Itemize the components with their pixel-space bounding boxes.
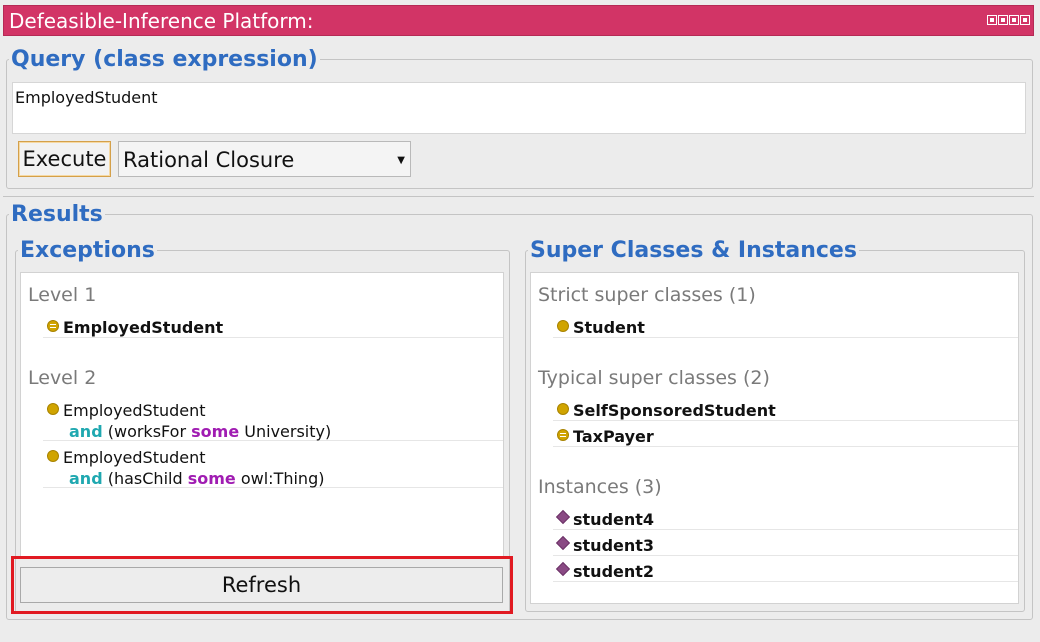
keyword-some: some: [187, 469, 236, 488]
list-item[interactable]: SelfSponsoredStudent: [553, 397, 1018, 421]
super-classes-list[interactable]: Strict super classes (1) Student Typical…: [530, 272, 1019, 604]
expression-class: EmployedStudent: [63, 401, 206, 420]
list-item[interactable]: EmployedStudent: [43, 314, 503, 338]
results-legend: Results: [11, 202, 103, 227]
class-icon: [47, 403, 59, 415]
individual-icon: [555, 535, 571, 551]
maximize-icon[interactable]: [1009, 15, 1019, 25]
instances-label: Instances (3): [538, 476, 662, 498]
divider: [3, 196, 1034, 197]
query-input[interactable]: EmployedStudent: [12, 82, 1026, 134]
list-item[interactable]: Student: [553, 314, 1018, 338]
keyword-and: and: [69, 422, 103, 441]
reasoning-mode-select[interactable]: Rational Closure ▼: [118, 141, 411, 177]
list-item[interactable]: student2: [553, 558, 1018, 582]
keyword-and: and: [69, 469, 103, 488]
query-legend: Query (class expression): [11, 47, 318, 72]
class-icon: [47, 450, 59, 462]
close-icon[interactable]: [1020, 15, 1030, 25]
execute-button[interactable]: Execute: [18, 141, 111, 177]
keyword-some: some: [191, 422, 240, 441]
individual-icon: [555, 561, 571, 577]
super-classes-legend: Super Classes & Instances: [530, 238, 857, 263]
exceptions-legend: Exceptions: [20, 238, 155, 263]
property-text: (hasChild: [107, 469, 183, 488]
list-item-label: TaxPayer: [573, 427, 654, 446]
typical-super-label: Typical super classes (2): [538, 367, 770, 389]
filler-text: owl:Thing): [240, 469, 325, 488]
level1-label: Level 1: [28, 284, 97, 306]
filler-text: University): [244, 422, 332, 441]
window-controls: [987, 15, 1030, 25]
list-item-label: Student: [573, 318, 645, 337]
exceptions-list[interactable]: Level 1 EmployedStudent Level 2 Employed…: [20, 272, 504, 557]
list-item[interactable]: student3: [553, 532, 1018, 556]
list-item-label: student2: [573, 562, 655, 581]
property-text: (worksFor: [107, 422, 187, 441]
class-icon: [557, 403, 569, 415]
reasoning-mode-value: Rational Closure: [123, 148, 295, 172]
class-equivalent-icon: [557, 429, 569, 441]
list-item-label: student3: [573, 536, 655, 555]
list-item-label: EmployedStudent: [63, 318, 224, 337]
list-item-label: SelfSponsoredStudent: [573, 401, 776, 420]
window-title: Defeasible-Inference Platform:: [9, 9, 314, 33]
minimize-icon[interactable]: [998, 15, 1008, 25]
list-item-expression: EmployedStudent and (worksFor some Unive…: [63, 400, 331, 442]
window-titlebar: Defeasible-Inference Platform:: [3, 5, 1034, 36]
list-item-label: student4: [573, 510, 655, 529]
restore-icon[interactable]: [987, 15, 997, 25]
highlight-box: [11, 556, 513, 614]
list-item[interactable]: student4: [553, 506, 1018, 530]
level2-label: Level 2: [28, 367, 97, 389]
list-item-expression: EmployedStudent and (hasChild some owl:T…: [63, 447, 324, 489]
expression-restriction: and (hasChild some owl:Thing): [63, 468, 324, 489]
expression-restriction: and (worksFor some University): [63, 421, 331, 442]
list-item[interactable]: EmployedStudent and (worksFor some Unive…: [43, 397, 503, 441]
class-icon: [557, 320, 569, 332]
expression-class: EmployedStudent: [63, 448, 206, 467]
class-equivalent-icon: [47, 320, 59, 332]
list-item[interactable]: TaxPayer: [553, 423, 1018, 447]
strict-super-label: Strict super classes (1): [538, 284, 756, 306]
chevron-down-icon: ▼: [397, 155, 405, 166]
individual-icon: [555, 509, 571, 525]
list-item[interactable]: EmployedStudent and (hasChild some owl:T…: [43, 444, 503, 488]
